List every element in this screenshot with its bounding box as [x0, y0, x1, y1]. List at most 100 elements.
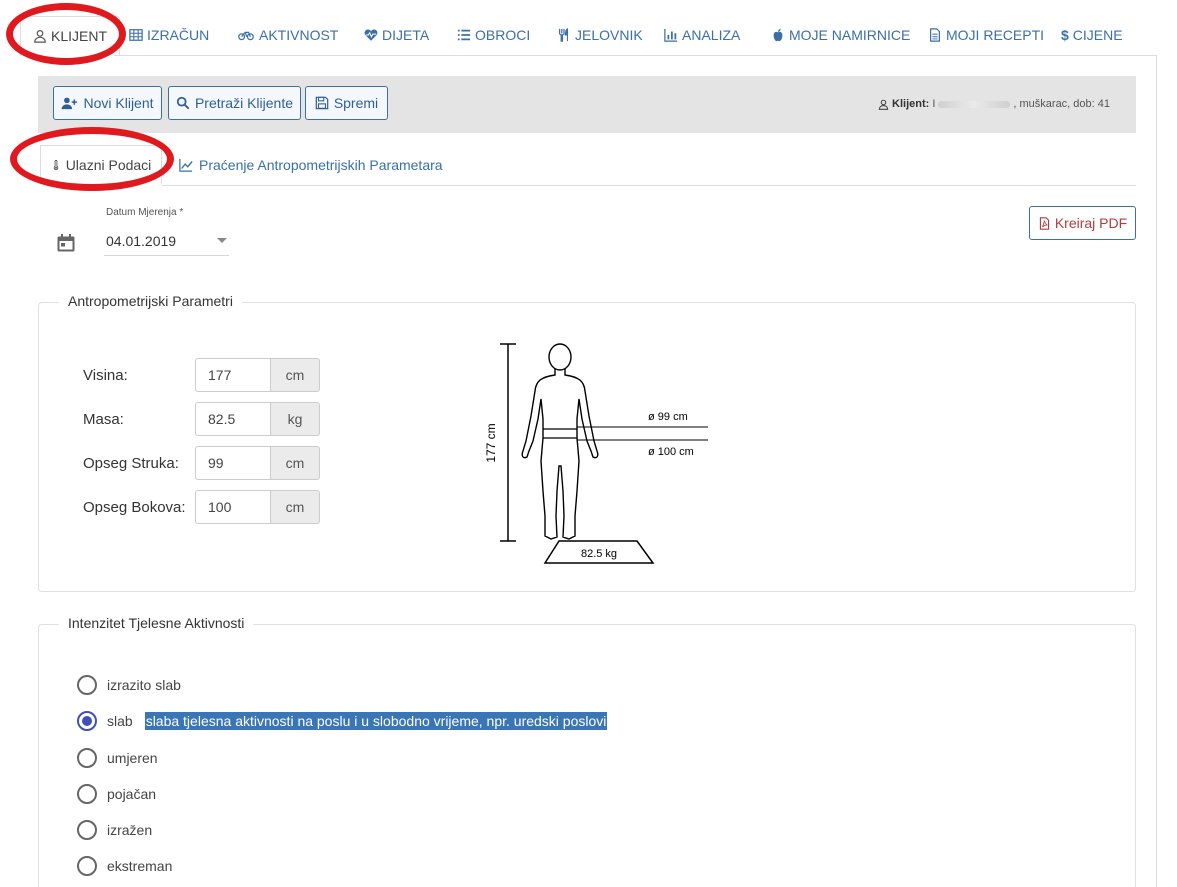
waist-input[interactable]: 99	[195, 446, 270, 480]
tab-label: DIJETA	[382, 27, 430, 43]
body-figure: 177 cm ø 99 cm ø 100 cm 82.5 kg	[484, 343, 708, 564]
height-label: 177 cm	[484, 423, 498, 462]
anthropometric-fieldset: Antropometrijski Parametri Visina: 177 c…	[38, 293, 1136, 592]
hip-label: ø 100 cm	[648, 446, 694, 458]
date-label: Datum Mjerenja *	[106, 207, 184, 218]
search-clients-button[interactable]: Pretraži Klijente	[168, 86, 301, 120]
user-icon	[878, 99, 889, 110]
list-icon	[457, 29, 471, 41]
create-pdf-button[interactable]: Kreiraj PDF	[1029, 206, 1136, 240]
tab-label: CIJENE	[1072, 27, 1123, 43]
radio-button[interactable]	[77, 856, 97, 876]
tab-anthropometric-tracking[interactable]: Praćenje Antropometrijskih Parametara	[178, 145, 443, 185]
tab-label: KLIJENT	[51, 28, 108, 44]
option-label: ekstreman	[107, 858, 173, 874]
pdf-file-icon	[1039, 216, 1049, 230]
unit-addon: cm	[270, 490, 320, 524]
button-label: Kreiraj PDF	[1054, 215, 1128, 231]
activity-option-low[interactable]: slab slaba tjelesna aktivnosti na poslu …	[77, 710, 608, 732]
user-plus-icon	[62, 97, 78, 110]
measurement-date-field[interactable]: 04.01.2019	[104, 226, 229, 256]
param-label: Opseg Struka:	[83, 454, 179, 472]
tab-cijene[interactable]: $ CIJENE	[1061, 16, 1123, 54]
bicycle-icon	[238, 31, 254, 41]
unit-addon: kg	[270, 402, 320, 436]
activity-option-moderate[interactable]: umjeren	[77, 747, 158, 769]
height-input[interactable]: 177	[195, 358, 270, 392]
nav-divider	[114, 55, 1157, 56]
client-name-redacted	[938, 100, 1011, 108]
activity-option-extreme[interactable]: ekstreman	[77, 855, 172, 877]
search-icon	[176, 96, 190, 110]
client-toolbar: Novi Klijent Pretraži Klijente Spremi Kl…	[38, 76, 1136, 133]
tab-klijent[interactable]: KLIJENT	[20, 16, 121, 56]
param-row-waist: Opseg Struka: 99 cm	[83, 446, 320, 480]
tab-izracun[interactable]: IZRAČUN	[129, 16, 209, 54]
subtab-label: Praćenje Antropometrijskih Parametara	[199, 157, 443, 173]
activity-option-very-low[interactable]: izrazito slab	[77, 674, 181, 696]
radio-button[interactable]	[77, 675, 97, 695]
heartbeat-icon	[364, 29, 378, 41]
param-row-hips: Opseg Bokova: 100 cm	[83, 490, 320, 524]
thermometer-icon	[53, 159, 58, 171]
mass-input[interactable]: 82.5	[195, 402, 270, 436]
tab-label: IZRAČUN	[147, 27, 210, 43]
hips-input[interactable]: 100	[195, 490, 270, 524]
tab-analiza[interactable]: ANALIZA	[664, 16, 740, 54]
button-label: Novi Klijent	[83, 95, 154, 111]
radio-button[interactable]	[77, 748, 97, 768]
date-value: 04.01.2019	[106, 233, 177, 249]
tab-input-data[interactable]: Ulazni Podaci	[40, 145, 162, 185]
subtab-label: Ulazni Podaci	[65, 157, 152, 173]
line-chart-icon	[179, 158, 193, 172]
file-icon	[930, 28, 940, 42]
calendar-icon[interactable]	[56, 233, 76, 253]
activity-fieldset: Intenzitet Tjelesne Aktivnosti izrazito …	[38, 615, 1136, 887]
button-label: Spremi	[333, 95, 379, 111]
weight-label: 82.5 kg	[581, 548, 617, 560]
apple-icon	[773, 28, 783, 42]
radio-button[interactable]	[77, 711, 97, 731]
save-button[interactable]: Spremi	[305, 86, 388, 120]
fieldset-legend: Intenzitet Tjelesne Aktivnosti	[59, 615, 254, 631]
unit-addon: cm	[270, 358, 320, 392]
tab-label: AKTIVNOST	[259, 27, 339, 43]
activity-option-high[interactable]: izražen	[77, 819, 152, 841]
dollar-icon: $	[1061, 27, 1069, 43]
tab-label: ANALIZA	[682, 27, 741, 43]
param-row-height: Visina: 177 cm	[83, 358, 320, 392]
option-label: izražen	[107, 822, 153, 838]
main-navigation: KLIJENT IZRAČUN AKTIVNOST DIJETA OBROCI …	[0, 0, 1177, 70]
subtab-divider	[162, 185, 1136, 186]
tab-dijeta[interactable]: DIJETA	[364, 16, 429, 54]
tab-label: MOJE NAMIRNICE	[789, 27, 911, 43]
chevron-down-icon	[217, 238, 227, 243]
param-row-mass: Masa: 82.5 kg	[83, 402, 320, 436]
option-label: umjeren	[107, 750, 158, 766]
waist-label: ø 99 cm	[648, 411, 688, 423]
option-label: izrazito slab	[107, 677, 181, 693]
cutlery-icon	[559, 28, 569, 42]
tab-obroci[interactable]: OBROCI	[457, 16, 530, 54]
activity-option-increased[interactable]: pojačan	[77, 783, 156, 805]
client-details: , muškarac, dob: 41	[1013, 98, 1110, 110]
tab-moji-recepti[interactable]: MOJI RECEPTI	[928, 16, 1044, 54]
tab-moje-namirnice[interactable]: MOJE NAMIRNICE	[771, 16, 910, 54]
floppy-disk-icon	[315, 96, 329, 110]
client-label: Klijent:	[892, 98, 930, 110]
param-label: Masa:	[83, 410, 124, 428]
fieldset-legend: Antropometrijski Parametri	[59, 293, 242, 309]
client-info: Klijent: I , muškarac, dob: 41	[878, 98, 1110, 110]
radio-button[interactable]	[77, 784, 97, 804]
table-icon	[129, 29, 143, 41]
user-icon	[34, 29, 46, 43]
client-name: I	[932, 98, 936, 110]
tab-jelovnik[interactable]: JELOVNIK	[557, 16, 643, 54]
radio-button[interactable]	[77, 820, 97, 840]
new-client-button[interactable]: Novi Klijent	[53, 86, 162, 120]
bar-chart-icon	[664, 28, 678, 42]
param-label: Visina:	[83, 366, 128, 384]
panel-border	[1156, 55, 1157, 887]
param-label: Opseg Bokova:	[83, 498, 186, 516]
tab-aktivnost[interactable]: AKTIVNOST	[237, 16, 338, 54]
